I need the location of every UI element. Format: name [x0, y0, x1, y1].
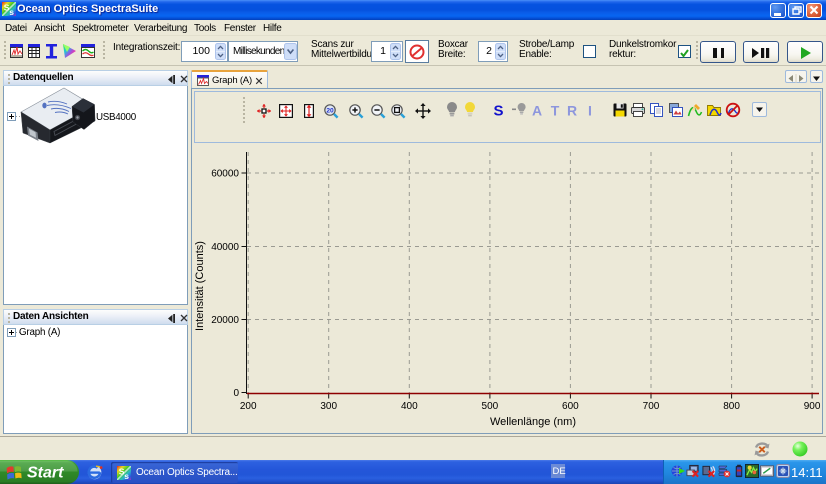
- svg-text:0: 0: [233, 388, 239, 399]
- svg-text:300: 300: [320, 401, 337, 412]
- svg-text:s: s: [9, 7, 14, 16]
- svg-text:20: 20: [326, 108, 334, 115]
- svg-text:Start: Start: [27, 465, 64, 482]
- svg-text:20000: 20000: [211, 315, 239, 326]
- svg-text:S: S: [493, 103, 503, 120]
- svg-text:I: I: [588, 103, 592, 119]
- svg-text:R: R: [567, 103, 577, 119]
- svg-text:s: s: [124, 471, 129, 480]
- svg-text:400: 400: [401, 401, 418, 412]
- svg-text:T: T: [551, 103, 560, 119]
- svg-text:800: 800: [723, 401, 740, 412]
- svg-text:60000: 60000: [211, 169, 239, 180]
- svg-text:Intensität (Counts): Intensität (Counts): [194, 241, 206, 331]
- svg-text:40000: 40000: [211, 242, 239, 253]
- svg-text:200: 200: [240, 401, 257, 412]
- svg-text:A: A: [532, 103, 542, 119]
- svg-text:Wellenlänge (nm): Wellenlänge (nm): [490, 416, 576, 428]
- svg-text:900: 900: [804, 401, 821, 412]
- svg-text:700: 700: [643, 401, 660, 412]
- svg-text:600: 600: [562, 401, 579, 412]
- svg-text:500: 500: [482, 401, 499, 412]
